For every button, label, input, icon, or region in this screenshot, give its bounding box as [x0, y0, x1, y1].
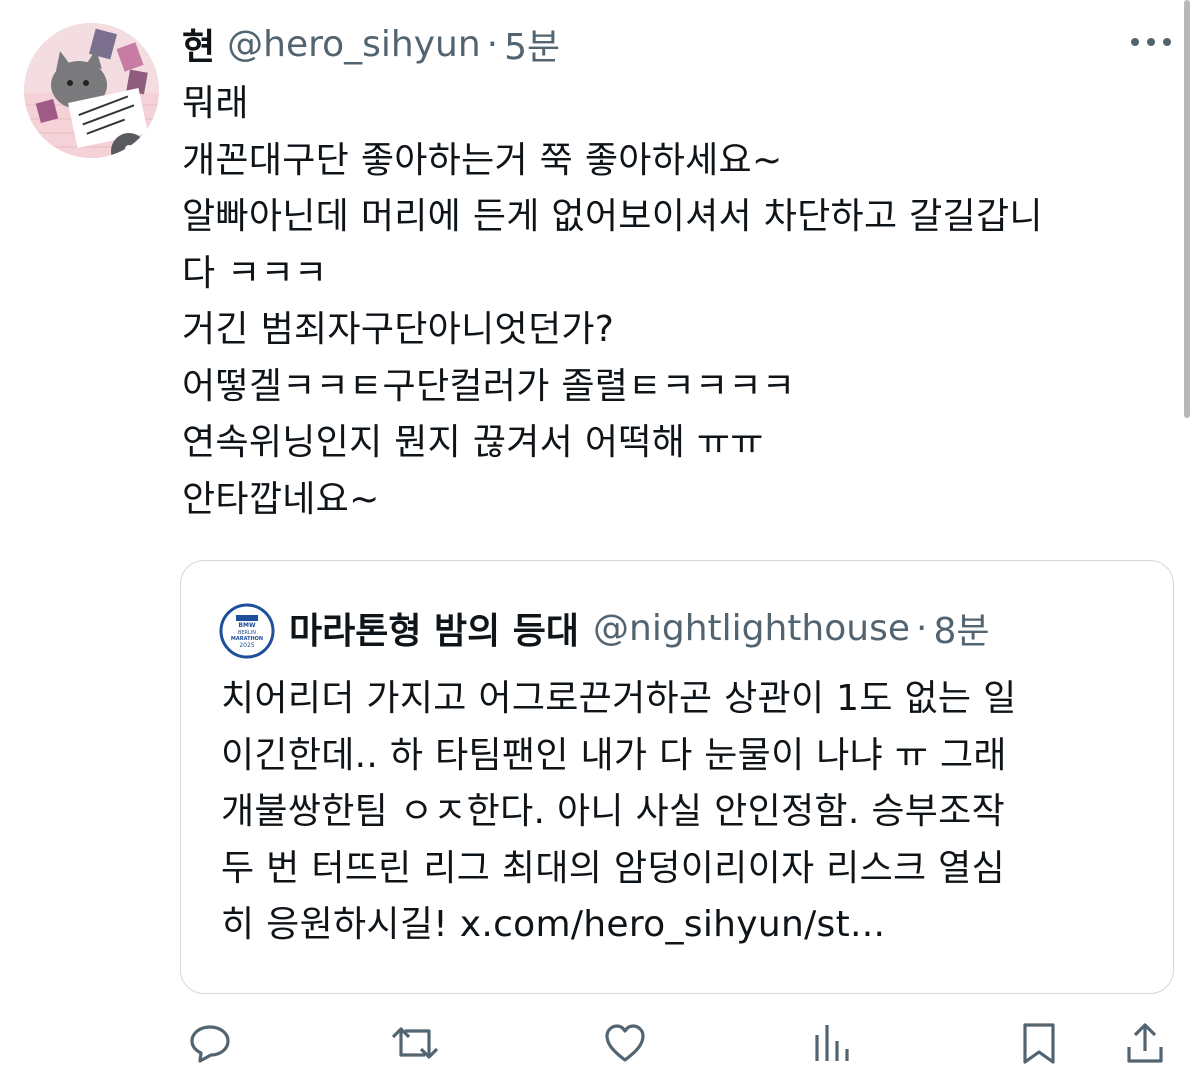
tweet-text-line: 거긴 범죄자구단아니엇던가?: [182, 309, 615, 350]
badge-text: BMW: [238, 622, 256, 629]
like-button[interactable]: [600, 1018, 650, 1068]
views-icon: [815, 1025, 849, 1061]
header-separator: ·: [486, 23, 499, 65]
quoted-text-line: 히 응원하시길! x.com/hero_sihyun/st...: [221, 904, 886, 945]
more-button[interactable]: [1128, 30, 1174, 54]
scrollbar[interactable]: [1184, 0, 1190, 418]
bookmark-button[interactable]: [1014, 1018, 1064, 1068]
quoted-text: 치어리더 가지고 어그로끈거하곤 상관이 1도 없는 일 이긴한데.. 하 타팀…: [221, 671, 1151, 954]
quoted-text-line: 치어리더 가지고 어그로끈거하곤 상관이 1도 없는 일: [221, 678, 1017, 719]
quoted-timestamp[interactable]: 8분: [933, 602, 989, 654]
tweet-text: 뭐래 개꼰대구단 좋아하는거 쭉 좋아하세요~ 알빠아닌데 머리에 든게 없어보…: [182, 76, 1182, 528]
tweet-text-line: 뭐래: [182, 83, 249, 124]
tweet-text-line: 알빠아닌데 머리에 든게 없어보이셔서 차단하고 갈길갑니: [182, 196, 1043, 237]
quoted-text-line: 이긴한데.. 하 타팀팬인 내가 다 눈물이 나냐 ㅠ 그래: [221, 734, 1007, 776]
quoted-text-line: 두 번 터뜨린 리그 최대의 암덩이리이자 리스크 열심: [221, 847, 1006, 889]
more-dots-icon: [1131, 38, 1171, 46]
tweet-text-line: 개꼰대구단 좋아하는거 쭉 좋아하세요~: [182, 139, 783, 181]
quoted-avatar[interactable]: BMW BERLIN MARATHON 2025: [219, 603, 275, 659]
heart-icon: [605, 1024, 645, 1062]
tweet-timestamp[interactable]: 5분: [504, 18, 560, 70]
quoted-separator: ·: [915, 607, 928, 649]
quoted-text-line: 개불쌍한팀 ㅇㅈ한다. 아니 사실 안인정함. 승부조작: [221, 791, 1006, 832]
share-button[interactable]: [1120, 1018, 1170, 1068]
author-handle[interactable]: @hero_sihyun: [227, 24, 481, 65]
reply-button[interactable]: [185, 1018, 235, 1068]
marathon-badge-icon: BMW BERLIN MARATHON 2025: [219, 603, 275, 659]
quoted-tweet-card[interactable]: BMW BERLIN MARATHON 2025 마라톤형 밤의 등대 @nig…: [180, 560, 1174, 994]
avatar-image: [24, 23, 159, 158]
tweet-text-line: 다 ㅋㅋㅋ: [182, 252, 328, 294]
tweet-text-line: 어떻겔ㅋㅋㅌ구단컬러가 졸렬ㅌㅋㅋㅋㅋ: [182, 365, 796, 407]
quoted-author-name[interactable]: 마라톤형 밤의 등대: [289, 602, 579, 654]
reply-icon: [190, 1025, 230, 1063]
avatar[interactable]: [24, 23, 159, 158]
tweet-text-line: 안타깝네요~: [182, 478, 380, 520]
retweet-icon: [391, 1027, 439, 1059]
views-button[interactable]: [806, 1018, 856, 1068]
quoted-header: 마라톤형 밤의 등대 @nightlighthouse · 8분: [289, 601, 989, 655]
quoted-author-handle[interactable]: @nightlighthouse: [593, 608, 910, 649]
tweet-text-line: 연속위닝인지 뭔지 끊겨서 어떡해 ㅠㅠ: [182, 422, 764, 463]
tweet-header: 현 @hero_sihyun · 5분: [182, 18, 560, 70]
bookmark-icon: [1023, 1023, 1055, 1064]
tweet-action-bar: [0, 1018, 1200, 1068]
retweet-button[interactable]: [390, 1018, 440, 1068]
badge-text: 2025: [239, 642, 254, 649]
author-name[interactable]: 현: [182, 18, 215, 70]
share-icon: [1127, 1023, 1163, 1063]
